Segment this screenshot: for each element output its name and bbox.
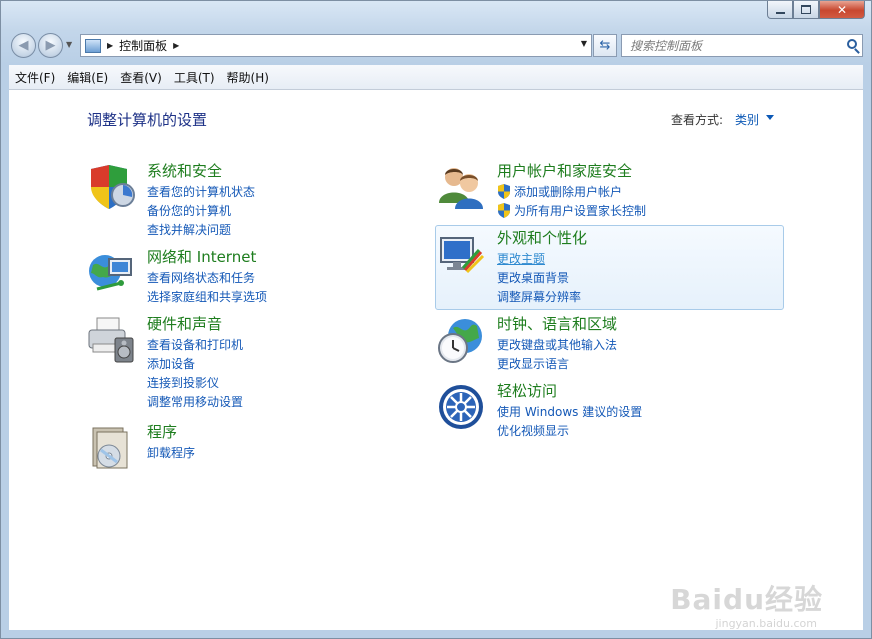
refresh-icon: ⇆ — [599, 38, 611, 53]
uac-shield-icon — [498, 184, 510, 199]
category-title[interactable]: 时钟、语言和区域 — [497, 313, 617, 334]
address-toolbar: ◀ ▶ ▼ ▶ 控制面板 ▶ ▼ ⇆ — [9, 33, 863, 59]
view-by-dropdown[interactable]: 类别 — [735, 111, 759, 128]
system-security-icon[interactable] — [87, 163, 135, 211]
breadcrumb-separator-icon[interactable]: ▶ — [173, 41, 179, 50]
task-link[interactable]: 调整屏幕分辨率 — [497, 287, 581, 306]
task-link[interactable]: 使用 Windows 建议的设置 — [497, 402, 642, 421]
search-input[interactable] — [628, 37, 842, 54]
task-link[interactable]: 添加设备 — [147, 354, 243, 373]
task-link[interactable]: 为所有用户设置家长控制 — [497, 201, 646, 220]
view-by-label: 查看方式: — [671, 113, 724, 127]
hardware-sound-icon[interactable] — [87, 316, 135, 364]
close-button[interactable]: ✕ — [819, 1, 865, 19]
task-link-text[interactable]: 为所有用户设置家长控制 — [514, 202, 646, 219]
back-arrow-icon: ◀ — [18, 38, 29, 53]
back-button[interactable]: ◀ — [11, 33, 36, 58]
uac-shield-icon — [498, 203, 510, 218]
task-link[interactable]: 选择家庭组和共享选项 — [147, 287, 267, 306]
menu-help[interactable]: 帮助(H) — [221, 69, 275, 86]
appearance-icon[interactable] — [437, 230, 485, 278]
minimize-icon — [775, 11, 785, 14]
search-box[interactable] — [621, 34, 863, 57]
control-panel-window: ✕ ◀ ▶ ▼ ▶ 控制面板 ▶ ▼ ⇆ 文件(F) 编辑(E) 查看(V) 工… — [0, 0, 872, 639]
recent-pages-dropdown[interactable]: ▼ — [66, 40, 72, 49]
address-bar[interactable]: ▶ 控制面板 ▶ ▼ — [80, 34, 592, 57]
task-link[interactable]: 优化视频显示 — [497, 421, 642, 440]
task-link[interactable]: 卸载程序 — [147, 443, 195, 462]
content-pane: 调整计算机的设置 查看方式: 类别 系统和安全 查看您的计算机状态 备份您的计算… — [9, 90, 863, 630]
address-dropdown-icon[interactable]: ▼ — [581, 39, 587, 48]
search-icon[interactable] — [847, 39, 857, 49]
programs-icon[interactable] — [87, 424, 135, 472]
refresh-button[interactable]: ⇆ — [593, 34, 617, 57]
view-by-dropdown-arrow-icon[interactable] — [766, 115, 774, 120]
breadcrumb-separator-icon[interactable]: ▶ — [107, 41, 113, 50]
control-panel-icon — [85, 38, 101, 53]
category-title[interactable]: 网络和 Internet — [147, 246, 256, 267]
clock-language-icon[interactable] — [437, 316, 485, 364]
menu-edit[interactable]: 编辑(E) — [61, 69, 114, 86]
page-title: 调整计算机的设置 — [87, 111, 208, 129]
task-link[interactable]: 查找并解决问题 — [147, 220, 255, 239]
task-link[interactable]: 备份您的计算机 — [147, 201, 255, 220]
user-accounts-icon[interactable] — [437, 163, 485, 211]
maximize-button[interactable] — [793, 1, 819, 19]
task-link[interactable]: 添加或删除用户帐户 — [497, 182, 646, 201]
menu-tools[interactable]: 工具(T) — [168, 69, 221, 86]
hover-highlight — [435, 225, 784, 310]
baidu-watermark-url: jingyan.baidu.com — [715, 617, 817, 630]
task-link[interactable]: 查看网络状态和任务 — [147, 268, 267, 287]
task-link[interactable]: 查看设备和打印机 — [147, 335, 243, 354]
task-link[interactable]: 连接到投影仪 — [147, 373, 243, 392]
category-title[interactable]: 硬件和声音 — [147, 313, 222, 334]
category-title[interactable]: 程序 — [147, 421, 177, 442]
forward-arrow-icon: ▶ — [45, 38, 56, 53]
category-title[interactable]: 轻松访问 — [497, 380, 557, 401]
task-link[interactable]: 调整常用移动设置 — [147, 392, 243, 411]
task-link[interactable]: 更改显示语言 — [497, 354, 617, 373]
ease-of-access-icon[interactable] — [437, 383, 485, 431]
category-title[interactable]: 外观和个性化 — [497, 227, 587, 248]
menu-view[interactable]: 查看(V) — [114, 69, 168, 86]
minimize-button[interactable] — [767, 1, 793, 19]
task-link[interactable]: 更改主题 — [497, 249, 581, 268]
caption-buttons: ✕ — [767, 1, 865, 19]
task-link-text[interactable]: 添加或删除用户帐户 — [514, 183, 622, 200]
breadcrumb-control-panel[interactable]: 控制面板 — [119, 37, 167, 54]
task-link[interactable]: 更改键盘或其他输入法 — [497, 335, 617, 354]
category-title[interactable]: 系统和安全 — [147, 160, 222, 181]
task-link[interactable]: 更改桌面背景 — [497, 268, 581, 287]
forward-button[interactable]: ▶ — [38, 33, 63, 58]
task-link[interactable]: 查看您的计算机状态 — [147, 182, 255, 201]
network-internet-icon[interactable] — [87, 249, 135, 297]
menu-file[interactable]: 文件(F) — [9, 69, 61, 86]
category-title[interactable]: 用户帐户和家庭安全 — [497, 160, 632, 181]
maximize-icon — [801, 5, 811, 14]
close-icon: ✕ — [836, 2, 848, 17]
baidu-watermark: Baidu经验 — [670, 583, 823, 616]
menu-bar: 文件(F) 编辑(E) 查看(V) 工具(T) 帮助(H) — [9, 65, 863, 90]
